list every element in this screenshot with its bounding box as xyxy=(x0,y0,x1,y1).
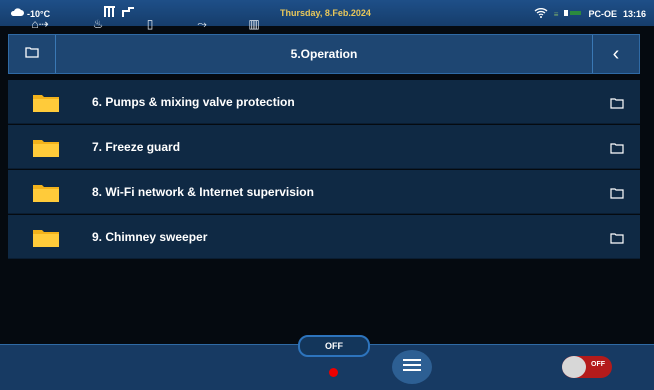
back-button[interactable]: ‹ xyxy=(592,35,639,73)
menu-header: 5.Operation ‹ xyxy=(8,34,640,74)
current-date: Thursday, 8.Feb.2024 xyxy=(280,8,371,18)
signal-icon: ≡ xyxy=(553,9,559,19)
chevron-left-icon: ‹ xyxy=(612,42,620,65)
submenu-folder-icon xyxy=(610,231,624,244)
wifi-icon xyxy=(534,8,548,20)
page-title: 5.Operation xyxy=(290,47,358,61)
device-name: PC-OE xyxy=(588,9,617,19)
screen: -10°C Thursday, 8.Feb.2024 ≡ PC-OE 13:16 xyxy=(0,0,654,390)
status-right: ≡ PC-OE 13:16 xyxy=(534,8,646,20)
flame-icon: ♨ xyxy=(92,17,104,31)
power-toggle[interactable]: OFF xyxy=(562,356,612,378)
system-status-pill: OFF xyxy=(298,335,370,357)
toggle-knob xyxy=(562,356,586,378)
menu-item-label: 8. Wi-Fi network & Internet supervision xyxy=(92,185,314,199)
menu-item-label: 6. Pumps & mixing valve protection xyxy=(92,95,295,109)
folder-icon xyxy=(32,226,60,248)
menu-item-label: 9. Chimney sweeper xyxy=(92,230,208,244)
menu-list: 6. Pumps & mixing valve protection 7. Fr… xyxy=(8,80,640,260)
submenu-folder-icon xyxy=(610,141,624,154)
radiator-button[interactable]: ▥ xyxy=(242,14,266,34)
radiator-icon: ▥ xyxy=(248,17,260,31)
fuel-button[interactable]: ▯ xyxy=(138,14,162,34)
folder-icon xyxy=(32,136,60,158)
clock: 13:16 xyxy=(622,9,646,19)
folder-button[interactable] xyxy=(9,35,56,73)
mode-icon: ⌂⇢ xyxy=(31,17,49,31)
toggle-label: OFF xyxy=(591,361,605,368)
menu-item-label: 7. Freeze guard xyxy=(92,140,181,154)
hamburger-icon xyxy=(403,358,421,377)
submenu-folder-icon xyxy=(610,96,624,109)
burner-button[interactable]: ♨ xyxy=(86,14,110,34)
status-indicator-dot xyxy=(329,368,338,377)
tap-icon xyxy=(122,6,136,20)
menu-item-wifi[interactable]: 8. Wi-Fi network & Internet supervision xyxy=(8,170,640,214)
mode-button[interactable]: ⌂⇢ xyxy=(18,14,62,34)
menu-item-freeze-guard[interactable]: 7. Freeze guard xyxy=(8,125,640,169)
fuel-icon: ▯ xyxy=(146,17,154,31)
pump-button[interactable]: ⤳ xyxy=(190,14,214,34)
menu-item-chimney-sweeper[interactable]: 9. Chimney sweeper xyxy=(8,215,640,259)
submenu-folder-icon xyxy=(610,186,624,199)
menu-item-pumps[interactable]: 6. Pumps & mixing valve protection xyxy=(8,80,640,124)
main-menu-button[interactable] xyxy=(392,350,432,384)
battery-icon xyxy=(564,9,582,19)
folder-outline-icon xyxy=(25,45,39,63)
folder-icon xyxy=(32,181,60,203)
folder-icon xyxy=(32,91,60,113)
pump-icon: ⤳ xyxy=(197,16,207,31)
